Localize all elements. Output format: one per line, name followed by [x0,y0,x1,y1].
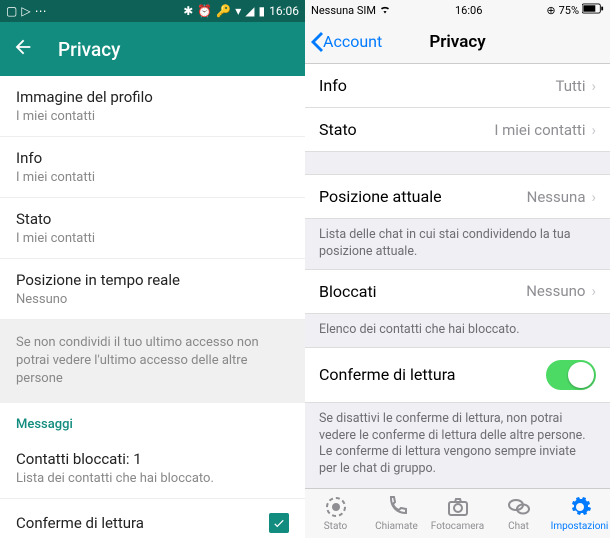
android-screen: ▢ ▷ ⋯ ✱ ⏰ 🔑 ▾ ◢ ▮ 16:06 Privacy Immagine… [0,0,305,538]
clock-text: 16:06 [455,4,482,17]
row-value: Nessuna [527,188,586,206]
back-button[interactable]: Account [311,32,382,52]
row-subtitle: Nessuno [16,292,289,307]
row-read-receipts[interactable]: Conferme di lettura [305,347,610,403]
row-title: Info [16,149,289,167]
row-title: Bloccati [319,282,377,301]
row-title: Immagine del profilo [16,88,289,106]
row-live-location[interactable]: Posizione in tempo reale Nessuno [0,259,305,320]
row-title: Stato [319,120,357,139]
signal-icon: ◢ [245,4,254,18]
android-header: Privacy [0,22,305,76]
ios-screen: Nessuna SIM 16:06 ⊕ 75% Account Privacy [305,0,610,538]
tab-label: Stato [324,521,348,532]
carrier-text: Nessuna SIM [311,4,376,17]
live-location-note: Lista delle chat in cui stai condividend… [305,219,610,269]
row-value: Nessuno [526,282,585,300]
row-info[interactable]: Info Tutti › [305,64,610,108]
ios-header: Account Privacy [305,20,610,64]
row-title: Contatti bloccati: 1 [16,450,289,468]
blocked-note: Elenco dei contatti che hai bloccato. [305,314,610,347]
row-value: I miei contatti [494,121,585,139]
camera-icon [446,495,470,519]
checkbox-icon[interactable] [269,513,289,533]
wifi-icon: ▾ [235,4,241,18]
row-blocked-contacts[interactable]: Contatti bloccati: 1 Lista dei contatti … [0,438,305,499]
tab-label: Impostazioni [551,521,609,532]
row-title: Stato [16,210,289,228]
battery-icon: ▮ [259,4,266,18]
row-stato[interactable]: Stato I miei contatti [0,198,305,259]
clock-text: 16:06 [269,4,299,18]
row-title: Posizione attuale [319,187,442,206]
vpn-icon: 🔑 [216,4,231,18]
row-title: Conferme di lettura [319,365,456,384]
chevron-right-icon: › [591,121,596,139]
gear-icon [568,495,592,519]
status-icon [324,495,348,519]
row-title: Conferme di lettura [16,514,144,532]
tab-label: Chat [508,521,529,532]
row-read-receipts[interactable]: Conferme di lettura [0,499,305,538]
tab-chat[interactable]: Chat [488,489,549,538]
toggle-switch[interactable] [546,360,596,390]
back-arrow-icon[interactable] [12,36,34,62]
alarm-icon: ⏰ [197,4,212,18]
row-subtitle: I miei contatti [16,109,289,124]
row-stato[interactable]: Stato I miei contatti › [305,108,610,152]
bluetooth-icon: ✱ [183,4,193,18]
row-subtitle: I miei contatti [16,231,289,246]
row-blocked[interactable]: Bloccati Nessuno › [305,269,610,314]
section-header-messages: Messaggi [0,403,305,438]
row-info[interactable]: Info I miei contatti [0,137,305,198]
chevron-right-icon: › [591,188,596,206]
ios-content[interactable]: Info Tutti › Stato I miei contatti › Posiz… [305,64,610,488]
last-seen-note: Se non condividi il tuo ultimo accesso n… [0,320,305,403]
row-title: Posizione in tempo reale [16,271,289,289]
wifi-icon [379,3,391,18]
orientation-lock-icon: ⊕ [546,4,555,17]
tab-chiamate[interactable]: Chiamate [366,489,427,538]
page-title: Privacy [429,32,485,52]
row-value: Tutti [555,77,585,95]
back-label: Account [323,32,382,51]
tab-label: Chiamate [375,521,418,532]
android-status-bar: ▢ ▷ ⋯ ✱ ⏰ 🔑 ▾ ◢ ▮ 16:06 [0,0,305,22]
chevron-right-icon: › [591,282,596,300]
tab-impostazioni[interactable]: Impostazioni [549,489,610,538]
row-title: Info [319,76,347,95]
tab-stato[interactable]: Stato [305,489,366,538]
image-icon: ▢ [6,4,17,18]
phone-icon [385,495,409,519]
row-subtitle: I miei contatti [16,170,289,185]
chevron-right-icon: › [591,77,596,95]
read-receipts-note: Se disattivi le conferme di lettura, non… [305,403,610,487]
tab-fotocamera[interactable]: Fotocamera [427,489,488,538]
battery-text: 75% [559,4,579,17]
ios-status-bar: Nessuna SIM 16:06 ⊕ 75% [305,0,610,20]
notification-icon: ⋯ [35,4,47,18]
row-subtitle: Lista dei contatti che hai bloccato. [16,471,289,486]
tab-label: Fotocamera [431,521,484,532]
spacer [305,152,610,174]
row-profile-photo[interactable]: Immagine del profilo I miei contatti [0,76,305,137]
page-title: Privacy [58,38,120,61]
android-content[interactable]: Immagine del profilo I miei contatti Inf… [0,76,305,538]
battery-icon [582,3,604,17]
chat-icon [507,495,531,519]
play-icon: ▷ [21,4,30,18]
row-live-location[interactable]: Posizione attuale Nessuna › [305,174,610,219]
ios-tab-bar: Stato Chiamate Fotocamera Chat Impostazi… [305,488,610,538]
